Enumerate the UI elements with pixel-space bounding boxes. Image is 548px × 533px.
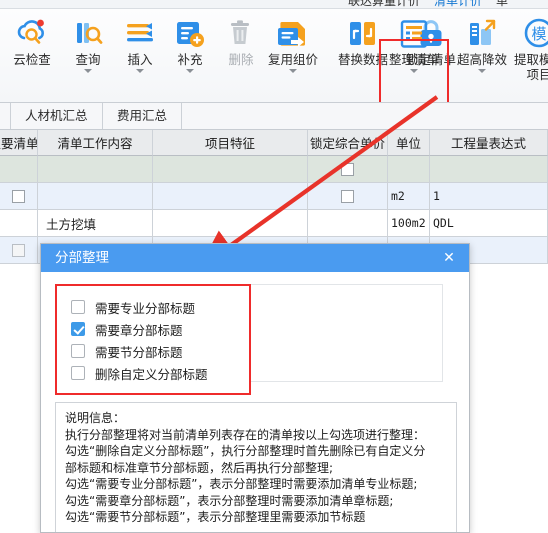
option-label: 需要专业分部标题 bbox=[95, 300, 196, 316]
cell-unit[interactable] bbox=[388, 156, 430, 183]
table-row[interactable]: 土方挖填 100m2 QDL bbox=[0, 210, 548, 237]
sub-tab-fee-summary[interactable]: 费用汇总 bbox=[103, 103, 183, 129]
option-label: 删除自定义分部标题 bbox=[95, 366, 208, 382]
row-select-checkbox[interactable] bbox=[12, 189, 25, 203]
description-line: 部标题和标准章节分部标题，然后再执行分部整理; bbox=[65, 460, 334, 475]
column-header-work-content[interactable]: 清单工作内容 bbox=[38, 130, 153, 156]
organize-list-icon bbox=[397, 18, 431, 50]
cell-lock-price[interactable] bbox=[308, 183, 388, 210]
description-line: 执行分部整理将对当前清单列表存在的清单按以上勾选项进行整理： bbox=[65, 427, 426, 442]
cell-quantity-expr[interactable]: 1 bbox=[430, 183, 548, 210]
ribbon-toolbar: 云检查 查询 插入 补充 删除 复用组价 替换数据 锁定清单 整理清单 超高降效… bbox=[0, 8, 548, 103]
organize-section-dialog: 分部整理 ✕ 需要专业分部标题 需要章分部标题 需要节分部标题 删除自定义分部标… bbox=[40, 243, 470, 533]
chevron-down-icon[interactable] bbox=[136, 69, 144, 73]
chevron-down-icon[interactable] bbox=[410, 69, 418, 73]
description-line: 说明信息： bbox=[65, 411, 126, 425]
sub-tab-edge bbox=[0, 103, 11, 129]
reuse-price-icon bbox=[276, 18, 310, 50]
ribbon-button-organize-list[interactable]: 整理清单 bbox=[382, 11, 446, 101]
checkbox-need-node-section-title[interactable] bbox=[71, 344, 85, 358]
dialog-title-text: 分部整理 bbox=[55, 250, 109, 266]
column-header-lock-price[interactable]: 锁定综合单价 bbox=[308, 130, 388, 156]
close-icon[interactable]: ✕ bbox=[439, 244, 459, 272]
cell-main-list[interactable] bbox=[0, 210, 38, 237]
description-line: 勾选“需要节分部标题”，表示分部整理里需要添加节标题 bbox=[65, 510, 366, 524]
description-line: 勾选“删除自定义分部标题”，执行分部整理时首先删除已有自定义分 bbox=[65, 444, 426, 458]
sub-tab-bar: 人材机汇总 费用汇总 bbox=[0, 103, 548, 130]
option-need-major-section-title[interactable]: 需要专业分部标题 bbox=[71, 296, 249, 318]
checkbox-delete-custom-section-title[interactable] bbox=[71, 366, 85, 380]
height-efficiency-icon bbox=[465, 18, 499, 50]
ribbon-button-cloud-check[interactable]: 云检查 bbox=[2, 11, 62, 101]
insert-rows-icon bbox=[123, 18, 157, 50]
chevron-down-icon[interactable] bbox=[84, 69, 92, 73]
row-select-checkbox[interactable] bbox=[12, 243, 25, 257]
cell-unit[interactable]: m2 bbox=[388, 183, 430, 210]
cell-quantity-expr[interactable]: QDL bbox=[430, 210, 548, 237]
chevron-down-icon[interactable] bbox=[289, 69, 297, 73]
cell-item-feature[interactable] bbox=[153, 183, 308, 210]
table-header-row: 主要清单 清单工作内容 项目特征 锁定综合单价 单位 工程量表达式 bbox=[0, 130, 548, 156]
lock-price-checkbox[interactable] bbox=[341, 162, 354, 176]
chevron-down-icon[interactable] bbox=[186, 69, 194, 73]
ribbon-button-height-efficiency[interactable]: 超高降效 bbox=[450, 11, 514, 101]
table-row[interactable]: m2 1 bbox=[0, 183, 548, 210]
column-header-main-list[interactable]: 主要清单 bbox=[0, 130, 38, 156]
ribbon-button-label: 超高降效 bbox=[456, 52, 507, 67]
cell-work-content[interactable] bbox=[38, 156, 153, 183]
dialog-title-bar: 分部整理 ✕ bbox=[41, 244, 469, 272]
cell-quantity-expr[interactable] bbox=[430, 156, 548, 183]
book-search-icon bbox=[71, 18, 105, 50]
cell-main-list[interactable] bbox=[0, 237, 38, 264]
ribbon-button-label: 查询 bbox=[75, 52, 101, 67]
add-document-icon bbox=[173, 18, 207, 50]
cell-item-feature[interactable] bbox=[153, 156, 308, 183]
description-line: 勾选“需要专业分部标题”，表示分部整理时需要添加清单专业标题; bbox=[65, 477, 418, 491]
ribbon-button-extract-template[interactable]: 模 提取模板项目 bbox=[508, 11, 548, 101]
column-header-quantity-expr[interactable]: 工程量表达式 bbox=[430, 130, 548, 156]
svg-text:模: 模 bbox=[531, 25, 546, 43]
ribbon-button-query[interactable]: 查询 bbox=[58, 11, 118, 101]
ribbon-button-label: 复用组价 bbox=[267, 52, 318, 67]
option-delete-custom-section-title[interactable]: 删除自定义分部标题 bbox=[71, 362, 249, 384]
trash-icon bbox=[224, 18, 258, 50]
top-tab-0[interactable]: 联达算量计价 bbox=[348, 0, 420, 8]
cell-lock-price[interactable] bbox=[308, 156, 388, 183]
ribbon-button-label: 云检查 bbox=[13, 52, 51, 67]
chevron-down-icon[interactable] bbox=[478, 69, 486, 73]
cell-work-content[interactable]: 土方挖填 bbox=[38, 210, 153, 237]
cell-work-content[interactable] bbox=[38, 183, 153, 210]
options-panel-filler bbox=[251, 284, 443, 382]
option-need-chapter-section-title[interactable]: 需要章分部标题 bbox=[71, 318, 249, 340]
option-need-node-section-title[interactable]: 需要节分部标题 bbox=[71, 340, 249, 362]
description-panel: 说明信息： 执行分部整理将对当前清单列表存在的清单按以上勾选项进行整理： 勾选“… bbox=[55, 402, 457, 532]
cloud-search-icon bbox=[15, 18, 49, 50]
checkbox-need-chapter-section-title[interactable] bbox=[71, 322, 85, 336]
column-header-unit[interactable]: 单位 bbox=[388, 130, 430, 156]
top-tab-2[interactable]: 单 bbox=[496, 0, 508, 8]
cell-item-feature[interactable] bbox=[153, 210, 308, 237]
cell-lock-price[interactable] bbox=[308, 210, 388, 237]
option-label: 需要章分部标题 bbox=[95, 322, 183, 338]
ribbon-button-label: 提取模板项目 bbox=[513, 52, 548, 82]
lock-price-checkbox[interactable] bbox=[341, 189, 354, 203]
swap-data-icon bbox=[346, 18, 380, 50]
sub-tab-labor-material[interactable]: 人材机汇总 bbox=[11, 103, 103, 129]
top-tab-1[interactable]: 清单计价 bbox=[434, 0, 482, 8]
ribbon-button-reuse-price[interactable]: 复用组价 bbox=[256, 11, 330, 101]
cell-main-list[interactable] bbox=[0, 183, 38, 210]
top-tab-strip: 联达算量计价 清单计价 单 bbox=[0, 0, 548, 8]
extract-template-icon: 模 bbox=[522, 18, 548, 50]
options-highlight-box: 需要专业分部标题 需要章分部标题 需要节分部标题 删除自定义分部标题 bbox=[55, 284, 251, 395]
checkbox-need-major-section-title[interactable] bbox=[71, 300, 85, 314]
dialog-body: 需要专业分部标题 需要章分部标题 需要节分部标题 删除自定义分部标题 说明信息：… bbox=[41, 272, 469, 532]
ribbon-button-label: 整理清单 bbox=[388, 52, 439, 67]
top-tab-list: 联达算量计价 清单计价 单 bbox=[348, 0, 522, 8]
table-row[interactable] bbox=[0, 156, 548, 183]
description-line: 勾选“需要章分部标题”，表示分部整理时需要添加清单章标题; bbox=[65, 493, 394, 508]
cell-main-list[interactable] bbox=[0, 156, 38, 183]
option-label: 需要节分部标题 bbox=[95, 344, 183, 360]
column-header-item-feature[interactable]: 项目特征 bbox=[153, 130, 308, 156]
cell-unit[interactable]: 100m2 bbox=[388, 210, 430, 237]
